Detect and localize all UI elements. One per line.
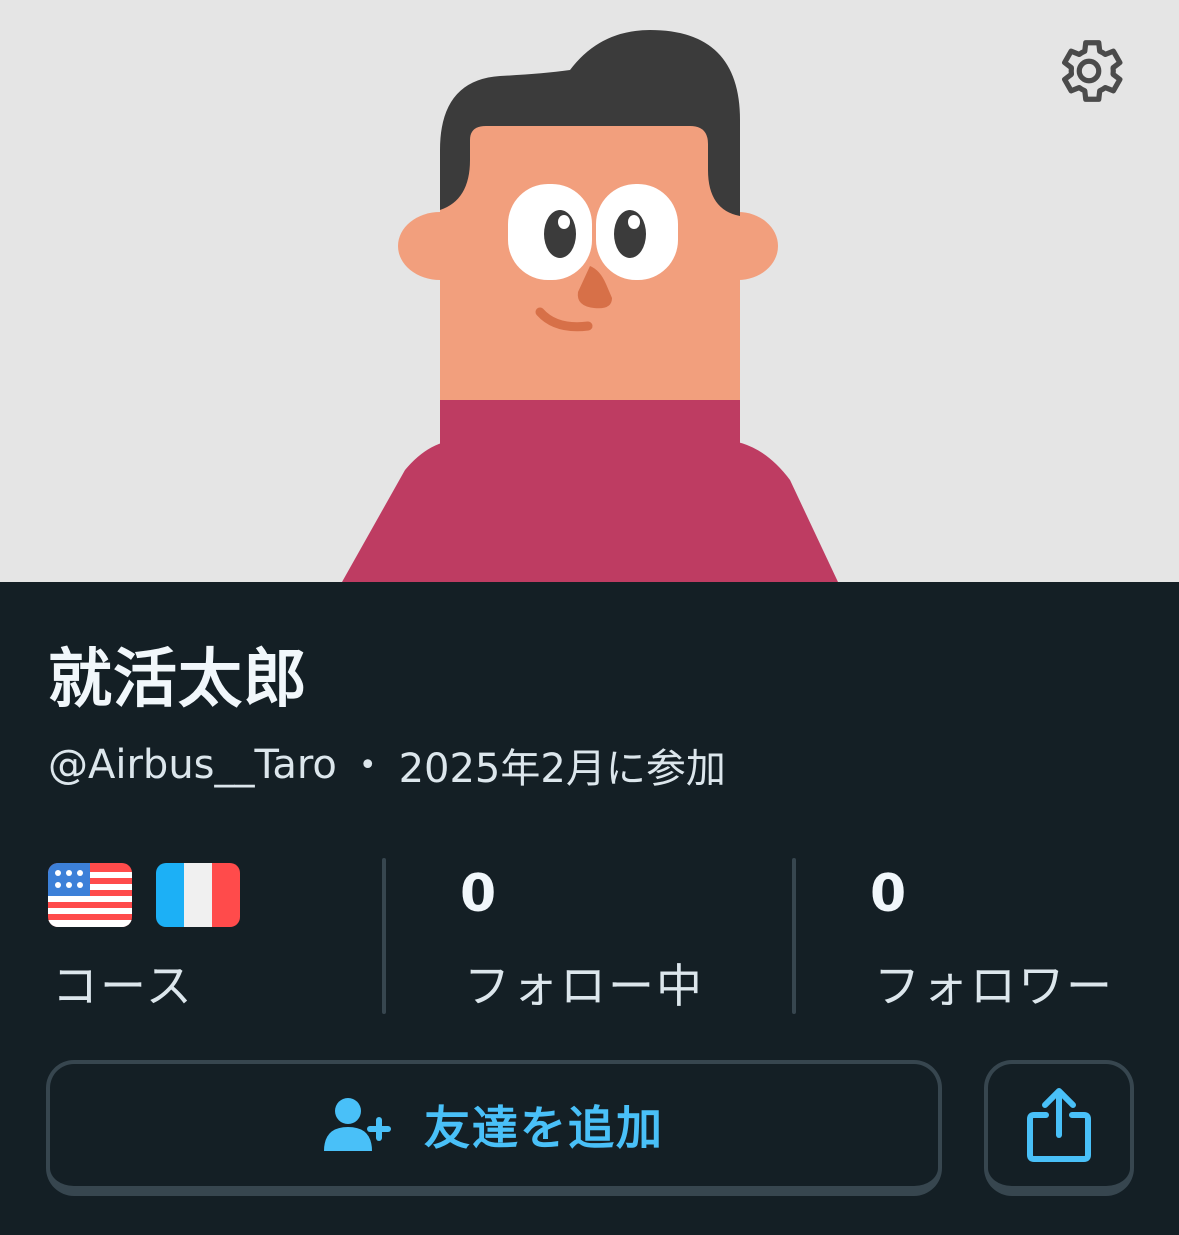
followers-count: 0	[870, 864, 907, 924]
share-icon	[1027, 1088, 1091, 1162]
profile-info: 就活太郎 @Airbus__Taro • 2025年2月に参加 コース 0 フォ…	[0, 582, 1179, 1235]
followers-label: フォロワー	[874, 959, 1114, 1013]
add-friend-label: 友達を追加	[424, 1101, 664, 1155]
profile-meta: @Airbus__Taro • 2025年2月に参加	[48, 736, 726, 794]
gear-icon	[1062, 40, 1123, 102]
stats-divider	[792, 858, 796, 1014]
stats-row: コース 0 フォロー中 0 フォロワー	[0, 858, 1179, 1018]
france-flag-icon	[156, 863, 240, 927]
separator-dot: •	[358, 747, 377, 783]
username: @Airbus__Taro	[48, 742, 337, 788]
profile-page: 就活太郎 @Airbus__Taro • 2025年2月に参加 コース 0 フォ…	[0, 0, 1179, 1235]
add-friend-button[interactable]: 友達を追加	[46, 1060, 942, 1196]
following-label: フォロー中	[464, 959, 704, 1013]
stats-divider	[382, 858, 386, 1014]
joined-date: 2025年2月に参加	[398, 746, 726, 792]
us-flag-icon	[48, 863, 132, 927]
avatar-illustration	[342, 30, 838, 582]
share-button[interactable]	[984, 1060, 1134, 1196]
profile-name: 就活太郎	[48, 643, 308, 717]
following-count: 0	[460, 864, 497, 924]
course-flags	[48, 863, 368, 927]
settings-button[interactable]	[1046, 28, 1132, 114]
courses-stat[interactable]: コース	[48, 858, 368, 1018]
add-user-icon	[324, 1098, 391, 1151]
avatar	[0, 0, 1179, 582]
courses-label: コース	[52, 959, 194, 1013]
followers-stat[interactable]: 0 フォロワー	[870, 858, 1170, 1018]
following-stat[interactable]: 0 フォロー中	[460, 858, 780, 1018]
